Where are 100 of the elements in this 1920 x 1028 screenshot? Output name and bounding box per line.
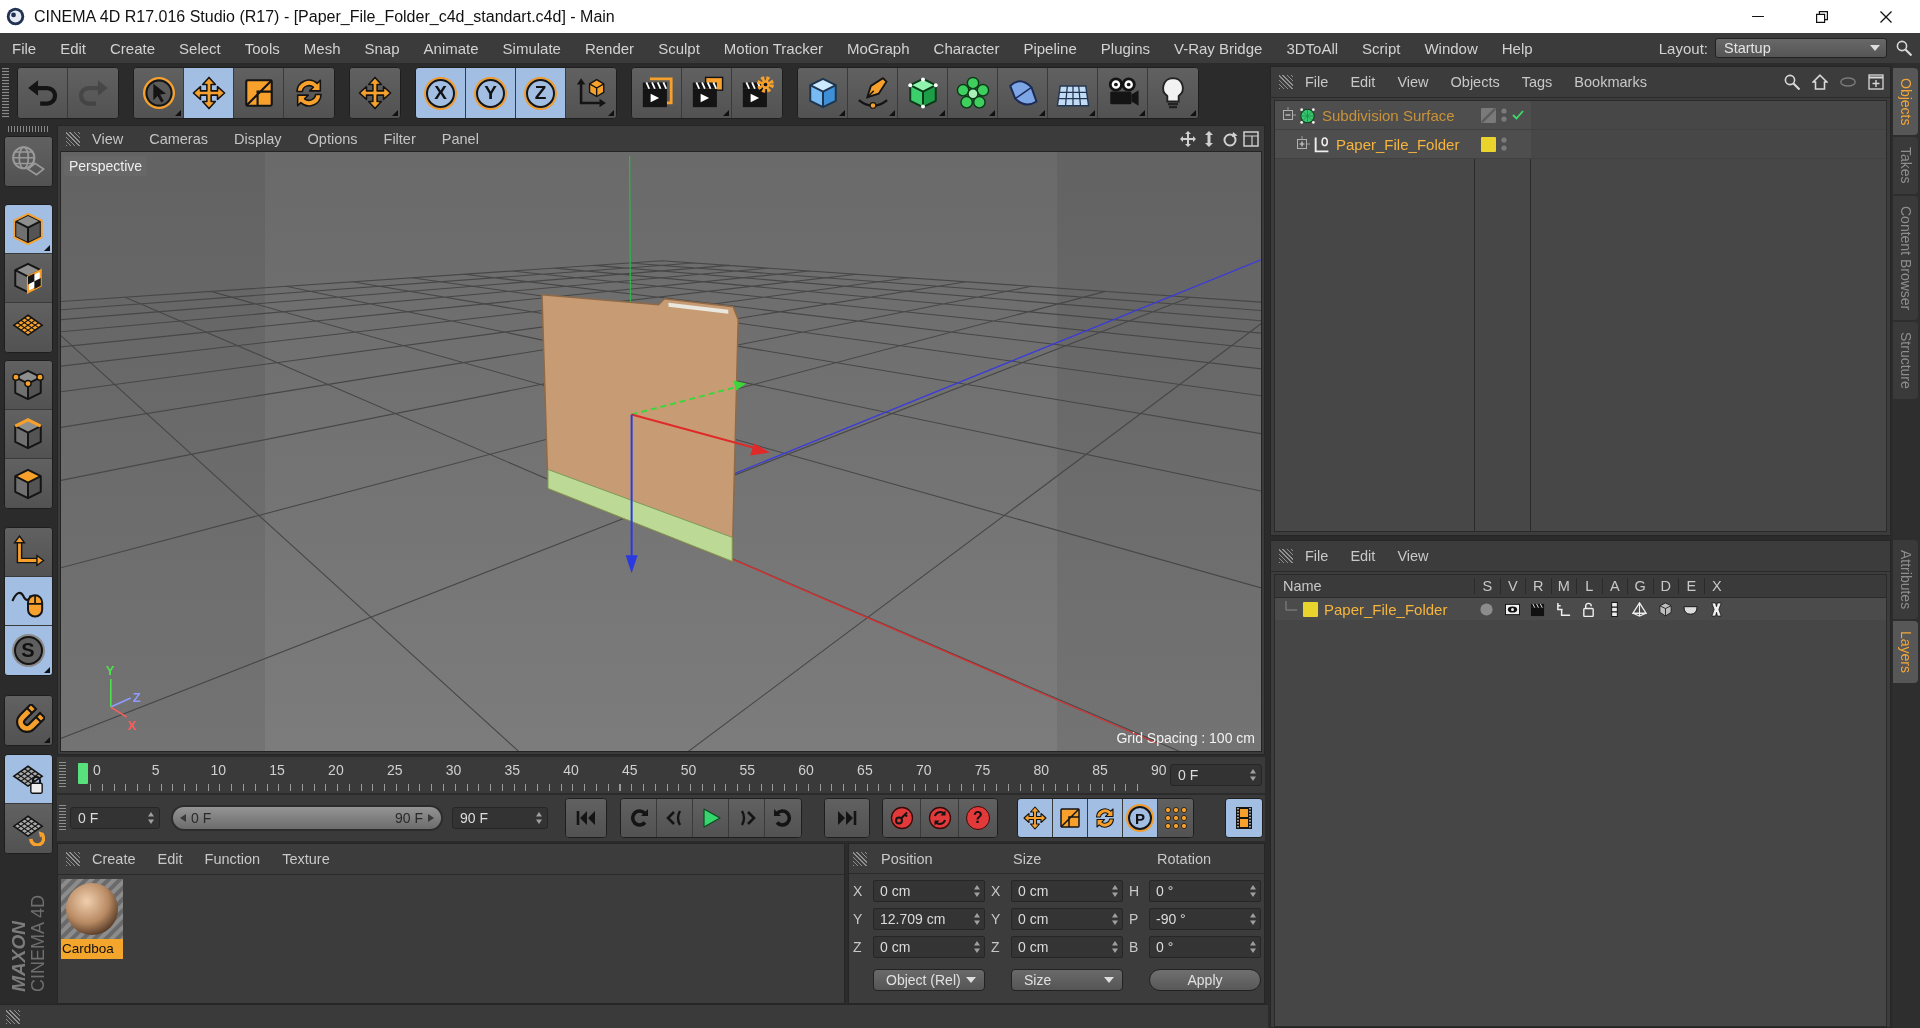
grid-lock-button[interactable] xyxy=(4,755,52,804)
menu-item[interactable]: Motion Tracker xyxy=(723,39,824,57)
texture-button[interactable] xyxy=(4,254,52,303)
visibility-dots-icon[interactable] xyxy=(1501,108,1507,122)
menu-item[interactable]: Edit xyxy=(1350,548,1376,564)
pyramid-icon[interactable] xyxy=(1632,601,1648,617)
spinner-icon[interactable] xyxy=(1250,941,1256,953)
checkmark-icon[interactable] xyxy=(1512,110,1524,120)
current-frame-field[interactable]: 0 F xyxy=(1170,764,1262,786)
frame-range-fill[interactable]: 0 F 90 F xyxy=(173,807,441,829)
pen-button[interactable] xyxy=(848,68,898,118)
column-header[interactable]: R xyxy=(1525,578,1551,594)
play-button[interactable] xyxy=(693,799,729,837)
oval-icon[interactable] xyxy=(1840,77,1856,87)
arrow-left-icon[interactable] xyxy=(180,814,186,822)
menu-item[interactable]: File xyxy=(1305,74,1329,90)
menu-item[interactable]: Render xyxy=(584,39,635,57)
layer-row[interactable]: Paper_File_Folder xyxy=(1275,598,1886,620)
column-header[interactable]: X xyxy=(1703,578,1729,594)
cloner-button[interactable] xyxy=(948,68,998,118)
next-frame-button[interactable] xyxy=(729,799,765,837)
new-panel-icon[interactable] xyxy=(1868,74,1884,90)
menu-item[interactable]: Mesh xyxy=(303,39,341,57)
pan-arrows-icon[interactable] xyxy=(1180,130,1196,147)
auto-key-button[interactable] xyxy=(921,799,959,837)
menu-item[interactable]: Edit xyxy=(1350,74,1376,90)
spinner-icon[interactable] xyxy=(1112,885,1118,897)
menu-item[interactable]: Display xyxy=(234,130,282,147)
deformer-button[interactable] xyxy=(998,68,1048,118)
end-frame-field[interactable]: 90 F xyxy=(452,807,548,829)
visibility-dots-icon[interactable] xyxy=(1501,137,1507,151)
coordinate-mode-dropdown[interactable]: Object (Rel) xyxy=(873,969,985,991)
spinner-icon[interactable] xyxy=(974,913,980,925)
prev-key-button[interactable] xyxy=(621,799,657,837)
side-tab[interactable]: Takes xyxy=(1893,137,1918,195)
side-tab[interactable]: Structure xyxy=(1893,322,1918,400)
column-header[interactable]: L xyxy=(1576,578,1602,594)
menu-item[interactable]: Function xyxy=(204,851,261,867)
spinner-icon[interactable] xyxy=(536,812,542,824)
coordinate-field[interactable]: 0 cm xyxy=(873,880,985,902)
axis-lock-button[interactable]: X xyxy=(416,68,466,118)
coordinate-field[interactable]: 0 ° xyxy=(1149,880,1261,902)
menu-item[interactable]: Objects xyxy=(1450,74,1500,90)
layout-dropdown[interactable]: Startup xyxy=(1715,38,1887,58)
key-position-button[interactable] xyxy=(1018,799,1053,837)
points-button[interactable] xyxy=(4,361,52,410)
expand-toggle-icon[interactable] xyxy=(1294,136,1310,152)
grid-rotate-button[interactable] xyxy=(4,804,52,853)
column-header[interactable]: V xyxy=(1499,578,1525,594)
render-settings-button[interactable] xyxy=(732,68,782,118)
apply-button[interactable]: Apply xyxy=(1149,969,1261,991)
material-thumbnail[interactable] xyxy=(61,879,123,939)
menu-item[interactable]: Bookmarks xyxy=(1574,74,1647,90)
side-tab[interactable]: Objects xyxy=(1893,68,1918,136)
coordinate-system-button[interactable] xyxy=(566,68,616,118)
live-selection-button[interactable] xyxy=(134,68,184,118)
menu-item[interactable]: Create xyxy=(110,39,156,57)
menu-item[interactable]: MoGraph xyxy=(847,39,910,57)
coordinate-field[interactable]: 0 cm xyxy=(873,936,985,958)
menu-item[interactable]: 3DToAll xyxy=(1286,39,1339,57)
key-help-button[interactable]: ? xyxy=(959,799,997,837)
coordinate-field[interactable]: 0 ° xyxy=(1149,936,1261,958)
spinner-icon[interactable] xyxy=(1112,941,1118,953)
start-frame-field[interactable]: 0 F xyxy=(70,807,160,829)
column-header[interactable]: D xyxy=(1652,578,1678,594)
spinner-icon[interactable] xyxy=(1250,885,1256,897)
workplane-globe-button[interactable] xyxy=(4,137,52,186)
object-name[interactable]: Paper_File_Folder xyxy=(1336,135,1460,153)
spinner-icon[interactable] xyxy=(1112,913,1118,925)
hierarchy-icon[interactable] xyxy=(1555,601,1571,617)
light-button[interactable] xyxy=(1148,68,1198,118)
menu-item[interactable]: Create xyxy=(92,851,136,867)
subdivision-button[interactable] xyxy=(898,68,948,118)
menu-item[interactable]: Tags xyxy=(1521,74,1553,90)
camera-button[interactable] xyxy=(1098,68,1148,118)
menu-item[interactable]: Sculpt xyxy=(658,39,700,57)
record-button[interactable] xyxy=(883,799,921,837)
timeline-button[interactable] xyxy=(1226,799,1262,837)
spinner-icon[interactable] xyxy=(974,941,980,953)
coordinate-field[interactable]: 0 cm xyxy=(1011,908,1123,930)
menu-item[interactable]: Select xyxy=(179,39,221,57)
key-rotation-button[interactable] xyxy=(1088,799,1123,837)
column-header[interactable]: S xyxy=(1474,578,1500,594)
home-icon[interactable] xyxy=(1812,74,1828,90)
column-header[interactable]: A xyxy=(1601,578,1627,594)
next-key-button[interactable] xyxy=(765,799,801,837)
layer-color-icon[interactable] xyxy=(1481,136,1496,152)
menu-item[interactable]: Snap xyxy=(364,39,400,57)
magnet-button[interactable] xyxy=(4,696,52,745)
padlock-icon[interactable] xyxy=(1581,601,1597,617)
menu-item[interactable]: V-Ray Bridge xyxy=(1174,39,1263,57)
menu-item[interactable]: View xyxy=(1397,548,1429,564)
edges-button[interactable] xyxy=(4,410,52,459)
playhead-marker[interactable] xyxy=(78,763,88,784)
menu-item[interactable]: View xyxy=(1397,74,1429,90)
clapperboard-icon[interactable] xyxy=(1530,601,1546,617)
menu-item[interactable]: Script xyxy=(1362,39,1401,57)
x-shape-icon[interactable] xyxy=(1708,601,1724,617)
axis-button[interactable] xyxy=(4,528,52,577)
move-button[interactable] xyxy=(350,68,400,118)
